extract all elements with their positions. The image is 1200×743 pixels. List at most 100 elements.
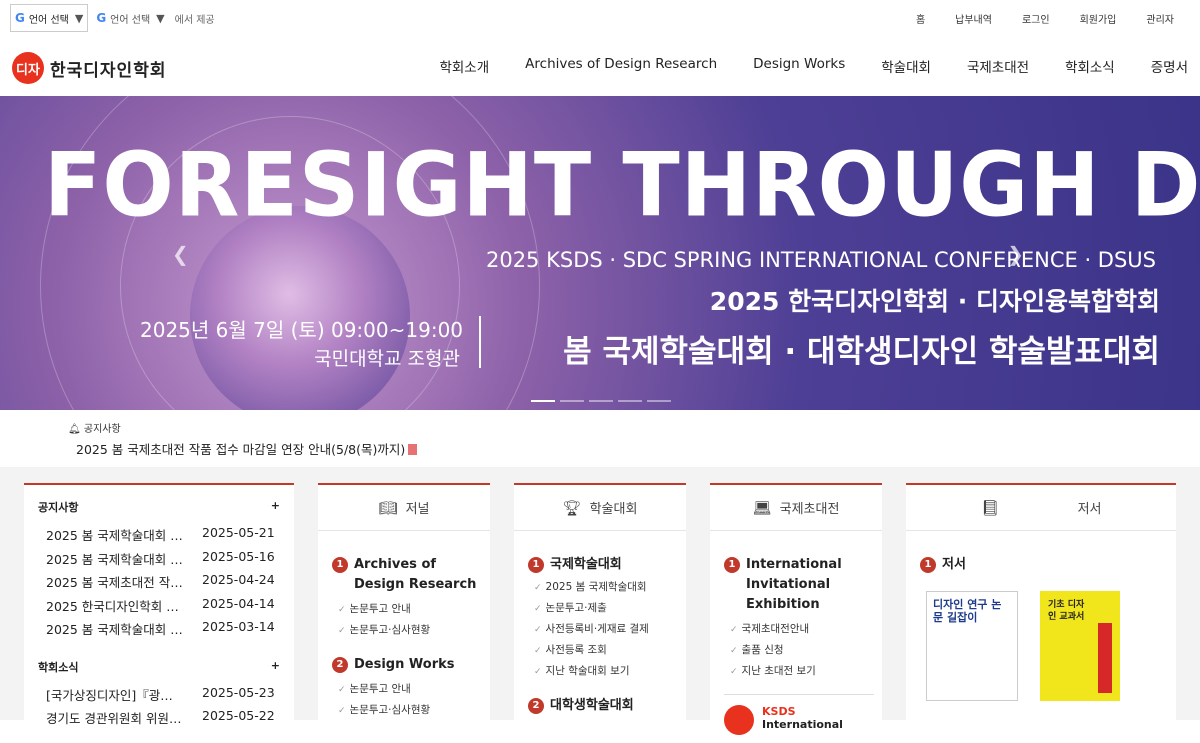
menu-news[interactable]: 학회소식 [1065, 56, 1115, 76]
carousel-dot[interactable] [531, 400, 555, 402]
dropdown-arrow-icon: ▼ [156, 11, 165, 25]
list-item[interactable]: 2025 한국디자인학회 … 2025-04-14 [46, 596, 294, 620]
carousel-dot[interactable] [647, 400, 671, 402]
list-item[interactable]: 2025 봄 국제학술대회 … 2025-05-16 [46, 549, 294, 573]
language-select-secondary[interactable]: G 언어 선택 ▼ [96, 11, 164, 26]
exhibition-card-header: 💻︎ 국제초대전 [710, 485, 882, 531]
google-icon: G [15, 11, 25, 25]
list-item[interactable]: 2025 봄 국제초대전 작… 2025-04-24 [46, 572, 294, 596]
link-login[interactable]: 로그인 [1022, 11, 1050, 26]
language-select-label: 언어 선택 [110, 14, 151, 26]
pdf-icon [408, 444, 418, 455]
carousel-prev-icon[interactable]: ❮ [172, 242, 189, 266]
books-card: 📘︎ 저서 1 저서 디자인 연구 논문 길잡이 기초 디자인 교과서 [906, 483, 1176, 743]
carousel-dot[interactable] [589, 400, 613, 402]
bell-icon: 🔔︎ [68, 424, 81, 435]
hero-date: 2025년 6월 7일 (토) 09:00~19:00 [140, 318, 464, 342]
news-panel: 공지사항 + 2025 봄 국제학술대회 … 2025-05-21 2025 봄 … [24, 483, 294, 743]
hero-banner[interactable]: FORESIGHT THROUGH DESIGN 2025 KSDS · SDC… [0, 96, 1200, 410]
conference-card: 🏆︎학술대회 1국제학술대회 2025 봄 국제학술대회 논문투고·제출 사전등… [514, 483, 686, 743]
language-select-label: 언어 선택 [28, 14, 69, 26]
news-list: [국가상징디자인]『광… 2025-05-23 경기도 경관위원회 위원… 2025… [24, 675, 294, 732]
submenu-link[interactable]: 논문투고·제출 [528, 598, 686, 619]
section-title[interactable]: 2 Design Works [332, 655, 490, 675]
book-title: 디자인 연구 논문 길잡이 [933, 598, 1002, 624]
submenu-link[interactable]: 국제초대전안내 [724, 619, 882, 640]
menu-certificate[interactable]: 증명서 [1151, 56, 1188, 76]
submenu-link[interactable]: 사전등록비·게재료 결제 [528, 619, 686, 640]
books-card-header: 📘︎ 저서 [906, 485, 1176, 531]
exhibition-card: 💻︎ 국제초대전 1 International Invitational Exhi… [710, 483, 882, 743]
google-icon: G [96, 11, 107, 25]
hero-english-line: 2025 KSDS · SDC SPRING INTERNATIONAL CON… [485, 248, 1156, 272]
notice-text[interactable]: 2025 봄 국제초대전 작품 접수 마감일 연장 안내(5/8(목)까지) [76, 439, 418, 458]
journal-card-header: 📖︎ 저널 [318, 485, 490, 531]
main-navbar: 디자 한국디자인학회 학회소개 Archives of Design Resea… [0, 36, 1200, 96]
submenu-link[interactable]: 지난 학술대회 보기 [528, 661, 686, 682]
submenu-link[interactable]: 논문투고·심사현황 [332, 620, 490, 641]
carousel-dot[interactable] [618, 400, 642, 402]
notice-section-title: 공지사항 [38, 501, 79, 514]
more-plus-icon[interactable]: + [271, 659, 280, 675]
notice-list: 2025 봄 국제학술대회 … 2025-05-21 2025 봄 국제학술대회 … [24, 515, 294, 643]
language-select[interactable]: G 언어 선택 ▼ [10, 4, 89, 32]
google-translate-widget: G 언어 선택 ▼ G 언어 선택 ▼ 에서 제공 [10, 4, 215, 32]
submenu-link[interactable]: 논문투고·심사현황 [332, 700, 490, 721]
notice-ticker: 🔔︎ 공지사항 2025 봄 국제초대전 작품 접수 마감일 연장 안내(5/8… [0, 410, 1200, 467]
link-signup[interactable]: 회원가입 [1080, 11, 1117, 26]
more-plus-icon[interactable]: + [271, 499, 280, 515]
notice-section-header: 공지사항 + [24, 485, 294, 515]
laptop-icon: 💻︎ [752, 498, 772, 517]
section-title[interactable]: 1 International Invitational Exhibition [724, 555, 882, 615]
carousel-next-icon[interactable]: ❯ [1007, 242, 1024, 266]
exhibition-banner[interactable]: KSDS International [724, 694, 874, 735]
menu-conference[interactable]: 학술대회 [881, 56, 931, 76]
conference-section-1: 1국제학술대회 2025 봄 국제학술대회 논문투고·제출 사전등록비·게재료 … [514, 531, 686, 716]
list-item[interactable]: [국가상징디자인]『광… 2025-05-23 [46, 685, 294, 709]
book-open-icon: 📖︎ [378, 498, 398, 517]
journal-section-1: 1Archives of Design Research 논문투고 안내 논문투… [318, 531, 490, 721]
exhibition-section-1: 1International Invitational Exhibition 국… [710, 531, 882, 735]
link-home[interactable]: 홈 [916, 11, 925, 26]
list-item[interactable]: 2025 봄 국제학술대회 … 2025-03-14 [46, 619, 294, 643]
submenu-link[interactable]: 출품 신청 [724, 640, 882, 661]
submenu-link[interactable]: 2025 봄 국제학술대회 [528, 577, 686, 598]
main-menu: 학회소개 Archives of Design Research Design … [403, 56, 1188, 76]
section-title[interactable]: 2 대학생학술대회 [528, 696, 686, 716]
hero-orb-graphic [190, 206, 410, 410]
menu-about[interactable]: 학회소개 [439, 56, 489, 76]
menu-design-works[interactable]: Design Works [753, 56, 845, 76]
link-payments[interactable]: 납부내역 [955, 11, 992, 26]
books-section-1: 1 저서 [906, 531, 1176, 575]
content-section: 공지사항 + 2025 봄 국제학술대회 … 2025-05-21 2025 봄 … [0, 467, 1200, 743]
list-item[interactable]: 2025 봄 국제학술대회 … 2025-05-21 [46, 525, 294, 549]
submenu-link[interactable]: 논문투고 안내 [332, 679, 490, 700]
translate-provided-text: 에서 제공 [174, 14, 215, 26]
trophy-icon: 🏆︎ [562, 498, 582, 517]
hero-divider [479, 316, 481, 368]
carousel-dots [531, 400, 676, 402]
book-title: 기초 디자인 교과서 [1048, 600, 1085, 622]
section-title[interactable]: 1 국제학술대회 [528, 555, 686, 575]
utility-links: 홈 납부내역 로그인 회원가입 관리자 [886, 11, 1174, 26]
conference-card-header: 🏆︎ 학술대회 [514, 485, 686, 531]
section-title[interactable]: 1 Archives of Design Research [332, 555, 490, 595]
submenu-link[interactable]: 사전등록 조회 [528, 640, 686, 661]
carousel-dot[interactable] [560, 400, 584, 402]
site-logo[interactable]: 디자 한국디자인학회 [12, 52, 166, 84]
book-icon: 📘︎ [980, 498, 1000, 517]
book-graphic [1098, 623, 1112, 693]
link-admin[interactable]: 관리자 [1146, 11, 1174, 26]
section-title[interactable]: 1 저서 [920, 555, 1176, 575]
ksds-logo-icon [724, 705, 754, 735]
menu-exhibition[interactable]: 국제초대전 [967, 56, 1029, 76]
news-section-title: 학회소식 [38, 660, 79, 674]
menu-archives[interactable]: Archives of Design Research [525, 56, 717, 76]
notice-label: 🔔︎ 공지사항 [68, 424, 121, 435]
book-cover-2[interactable]: 기초 디자인 교과서 [1040, 591, 1120, 701]
book-cover-1[interactable]: 디자인 연구 논문 길잡이 [926, 591, 1018, 701]
submenu-link[interactable]: 논문투고 안내 [332, 599, 490, 620]
top-utility-bar: G 언어 선택 ▼ G 언어 선택 ▼ 에서 제공 홈 납부내역 로그인 회원가… [0, 0, 1200, 36]
submenu-link[interactable]: 지난 초대전 보기 [724, 661, 882, 682]
journal-card: 📖︎저널 1Archives of Design Research 논문투고 안… [318, 483, 490, 743]
